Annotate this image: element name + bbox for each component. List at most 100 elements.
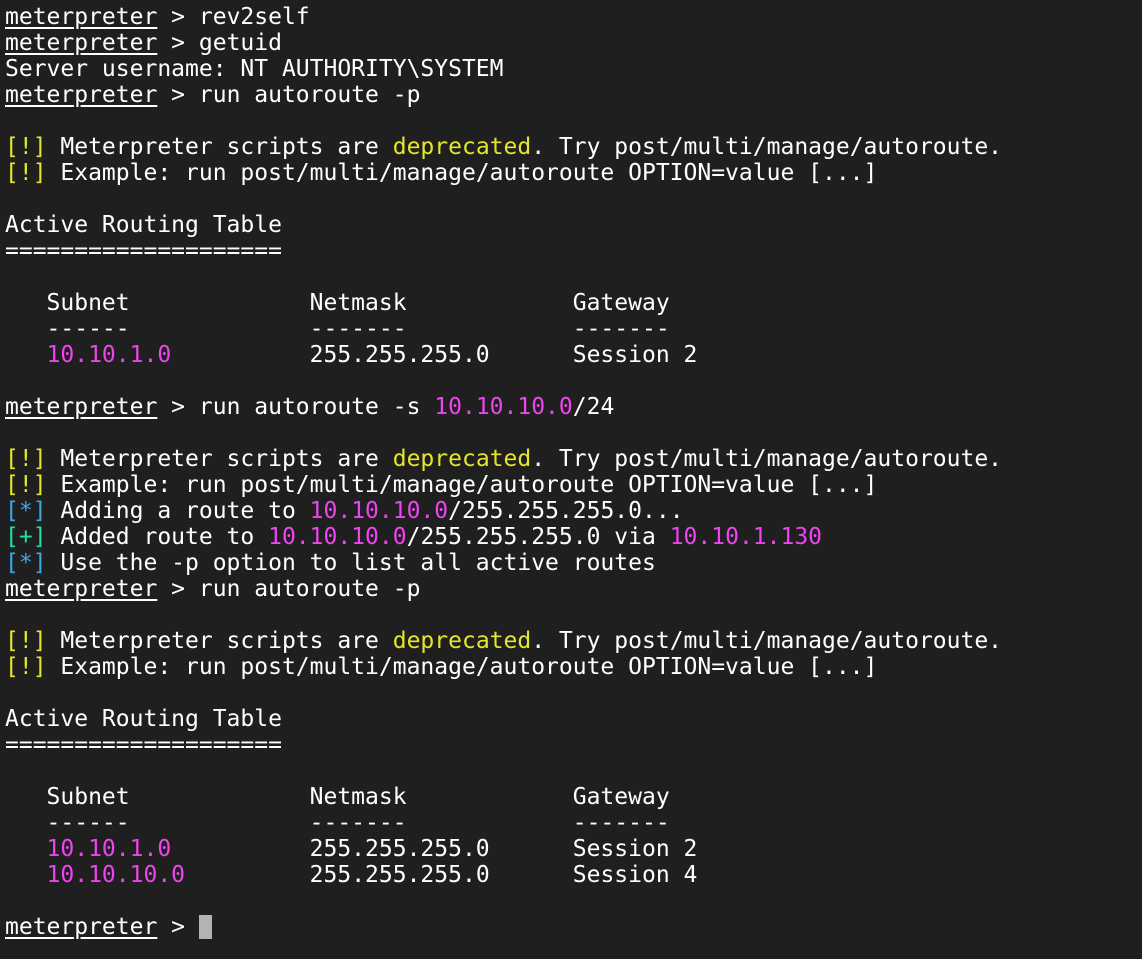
prompt-separator: > — [157, 914, 199, 940]
terminal-text: ==================== — [5, 732, 282, 758]
terminal-line: Active Routing Table — [5, 212, 1142, 238]
terminal-window[interactable]: meterpreter > rev2self meterpreter > getu… — [0, 0, 1142, 959]
terminal-text: Example: run post/multi/manage/autoroute… — [46, 654, 878, 680]
terminal-line: [!] Example: run post/multi/manage/autor… — [5, 472, 1142, 498]
terminal-line: 10.10.10.0 255.255.255.0 Session 4 — [5, 862, 1142, 888]
terminal-line: ==================== — [5, 238, 1142, 264]
terminal-line: [+] Added route to 10.10.10.0/255.255.25… — [5, 524, 1142, 550]
terminal-line: [!] Meterpreter scripts are deprecated. … — [5, 134, 1142, 160]
terminal-scrollback: meterpreter > rev2self meterpreter > getu… — [5, 4, 1142, 914]
terminal-text: Meterpreter scripts are — [46, 134, 393, 160]
terminal-line: [!] Meterpreter scripts are deprecated. … — [5, 446, 1142, 472]
terminal-line: [!] Example: run post/multi/manage/autor… — [5, 160, 1142, 186]
terminal-line: Subnet Netmask Gateway — [5, 784, 1142, 810]
terminal-text: deprecated — [392, 446, 532, 472]
terminal-text: 10.10.10.0 — [434, 394, 573, 420]
terminal-line: [*] Adding a route to 10.10.10.0/255.255… — [5, 498, 1142, 524]
terminal-text: Use the -p option to list all active rou… — [46, 550, 656, 576]
terminal-line: Subnet Netmask Gateway — [5, 290, 1142, 316]
terminal-text: Added route to — [46, 524, 269, 550]
terminal-text: [!] — [5, 446, 47, 472]
terminal-text: [!] — [5, 160, 47, 186]
terminal-text: Active Routing Table — [5, 212, 282, 238]
terminal-text: Example: run post/multi/manage/autoroute… — [46, 160, 878, 186]
prompt-line[interactable]: meterpreter > — [5, 914, 1142, 940]
terminal-text: 10.10.10.0 — [268, 524, 407, 550]
terminal-text: 10.10.1.0 — [46, 342, 172, 368]
terminal-line: meterpreter > run autoroute -p — [5, 576, 1142, 602]
terminal-text: 10.10.10.0 — [309, 498, 449, 524]
terminal-text: > run autoroute -s — [157, 394, 435, 420]
terminal-text: 255.255.255.0 Session 2 — [171, 342, 698, 368]
terminal-text: . Try post/multi/manage/autoroute. — [531, 628, 1003, 654]
prompt-label: meterpreter — [5, 914, 158, 940]
terminal-line: ------ ------- ------- — [5, 810, 1142, 836]
terminal-text: [!] — [5, 628, 47, 654]
terminal-line: [!] Meterpreter scripts are deprecated. … — [5, 628, 1142, 654]
terminal-text: deprecated — [392, 134, 532, 160]
terminal-text: > run autoroute -p — [157, 82, 421, 108]
terminal-line: [!] Example: run post/multi/manage/autor… — [5, 654, 1142, 680]
terminal-text: ==================== — [5, 238, 282, 264]
terminal-text: > rev2self — [157, 4, 310, 30]
terminal-text: Adding a route to — [46, 498, 310, 524]
terminal-text: Meterpreter scripts are — [46, 628, 393, 654]
terminal-text: [!] — [5, 134, 47, 160]
terminal-line: 10.10.1.0 255.255.255.0 Session 2 — [5, 836, 1142, 862]
terminal-text: Meterpreter scripts are — [46, 446, 393, 472]
terminal-line: ==================== — [5, 732, 1142, 758]
terminal-text: 255.255.255.0 Session 4 — [185, 862, 698, 888]
terminal-text: 10.10.1.130 — [669, 524, 823, 550]
terminal-line: ------ ------- ------- — [5, 316, 1142, 342]
terminal-text: . Try post/multi/manage/autoroute. — [531, 446, 1003, 472]
terminal-line: [*] Use the -p option to list all active… — [5, 550, 1142, 576]
prompt-label: meterpreter — [5, 30, 158, 56]
prompt-label: meterpreter — [5, 576, 158, 602]
terminal-text: [!] — [5, 654, 47, 680]
terminal-text: 10.10.1.0 — [46, 836, 172, 862]
terminal-text: Example: run post/multi/manage/autoroute… — [46, 472, 878, 498]
prompt-label: meterpreter — [5, 82, 158, 108]
terminal-line: Server username: NT AUTHORITY\SYSTEM — [5, 56, 1142, 82]
terminal-line: meterpreter > run autoroute -p — [5, 82, 1142, 108]
terminal-text: /255.255.255.0... — [448, 498, 684, 524]
terminal-line: meterpreter > run autoroute -s 10.10.10.… — [5, 394, 1142, 420]
terminal-text: > run autoroute -p — [157, 576, 421, 602]
terminal-text: ------ ------- ------- — [5, 316, 670, 342]
terminal-text: [*] — [5, 498, 47, 524]
terminal-text: 10.10.10.0 — [46, 862, 186, 888]
terminal-text: [!] — [5, 472, 47, 498]
terminal-text: Subnet Netmask Gateway — [5, 290, 670, 316]
terminal-text: [+] — [5, 524, 47, 550]
prompt-label: meterpreter — [5, 394, 158, 420]
terminal-text: Server username: NT AUTHORITY\SYSTEM — [5, 56, 504, 82]
terminal-line: meterpreter > getuid — [5, 30, 1142, 56]
terminal-text: deprecated — [392, 628, 532, 654]
terminal-text: Active Routing Table — [5, 706, 282, 732]
prompt-label: meterpreter — [5, 4, 158, 30]
terminal-text: /24 — [572, 394, 615, 420]
terminal-line: Active Routing Table — [5, 706, 1142, 732]
cursor — [198, 915, 212, 939]
terminal-text: ------ ------- ------- — [5, 810, 670, 836]
terminal-text: > getuid — [157, 30, 282, 56]
terminal-line: 10.10.1.0 255.255.255.0 Session 2 — [5, 342, 1142, 368]
terminal-text: . Try post/multi/manage/autoroute. — [531, 134, 1003, 160]
terminal-line: meterpreter > rev2self — [5, 4, 1142, 30]
terminal-text: 255.255.255.0 Session 2 — [171, 836, 698, 862]
terminal-text: /255.255.255.0 via — [406, 524, 670, 550]
terminal-text: Subnet Netmask Gateway — [5, 784, 670, 810]
terminal-text: [*] — [5, 550, 47, 576]
